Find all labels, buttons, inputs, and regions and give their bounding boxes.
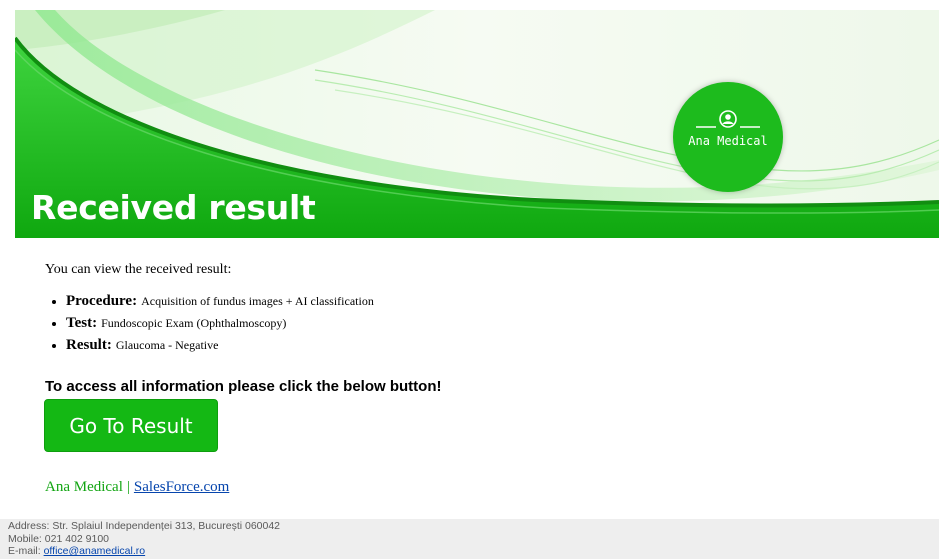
signature-company: Ana Medical [45,479,123,495]
user-circle-icon [696,110,760,128]
detail-label-result: Result: [66,337,112,353]
email-link[interactable]: office@anamedical.ro [44,545,146,557]
ana-medical-logo: Ana Medical [673,82,783,192]
detail-value-result: Glaucoma - Negative [115,338,219,352]
footer-email-label: E-mail: [8,545,44,557]
footer-email-line: E-mail: office@anamedical.ro [8,545,939,558]
result-details-list: Procedure:Acquisition of fundus images +… [40,290,374,356]
detail-label-procedure: Procedure: [66,293,138,309]
footer-address: Address: Str. Splaiul Independenței 313,… [8,520,281,532]
detail-value-test: Fundoscopic Exam (Ophthalmoscopy) [101,316,287,330]
footer: Address: Str. Splaiul Independenței 313,… [0,519,939,559]
list-item: Procedure:Acquisition of fundus images +… [66,290,374,312]
list-item: Test:Fundoscopic Exam (Ophthalmoscopy) [66,312,374,334]
detail-value-procedure: Acquisition of fundus images + AI classi… [141,294,374,308]
signature: Ana Medical | SalesForce.com [45,479,229,496]
detail-label-test: Test: [66,315,98,331]
intro-text: You can view the received result: [45,262,232,277]
go-to-result-button[interactable]: Go To Result [44,399,218,452]
footer-mobile: Mobile: 021 402 9100 [8,532,109,545]
page-title: Received result [31,188,316,227]
signature-separator: | [126,479,130,495]
header-banner: Received result Ana Medical [15,10,939,238]
list-item: Result:Glaucoma - Negative [66,334,374,356]
salesforce-link[interactable]: SalesForce.com [134,479,229,495]
cta-text: To access all information please click t… [45,378,442,395]
logo-text: Ana Medical [688,134,768,148]
